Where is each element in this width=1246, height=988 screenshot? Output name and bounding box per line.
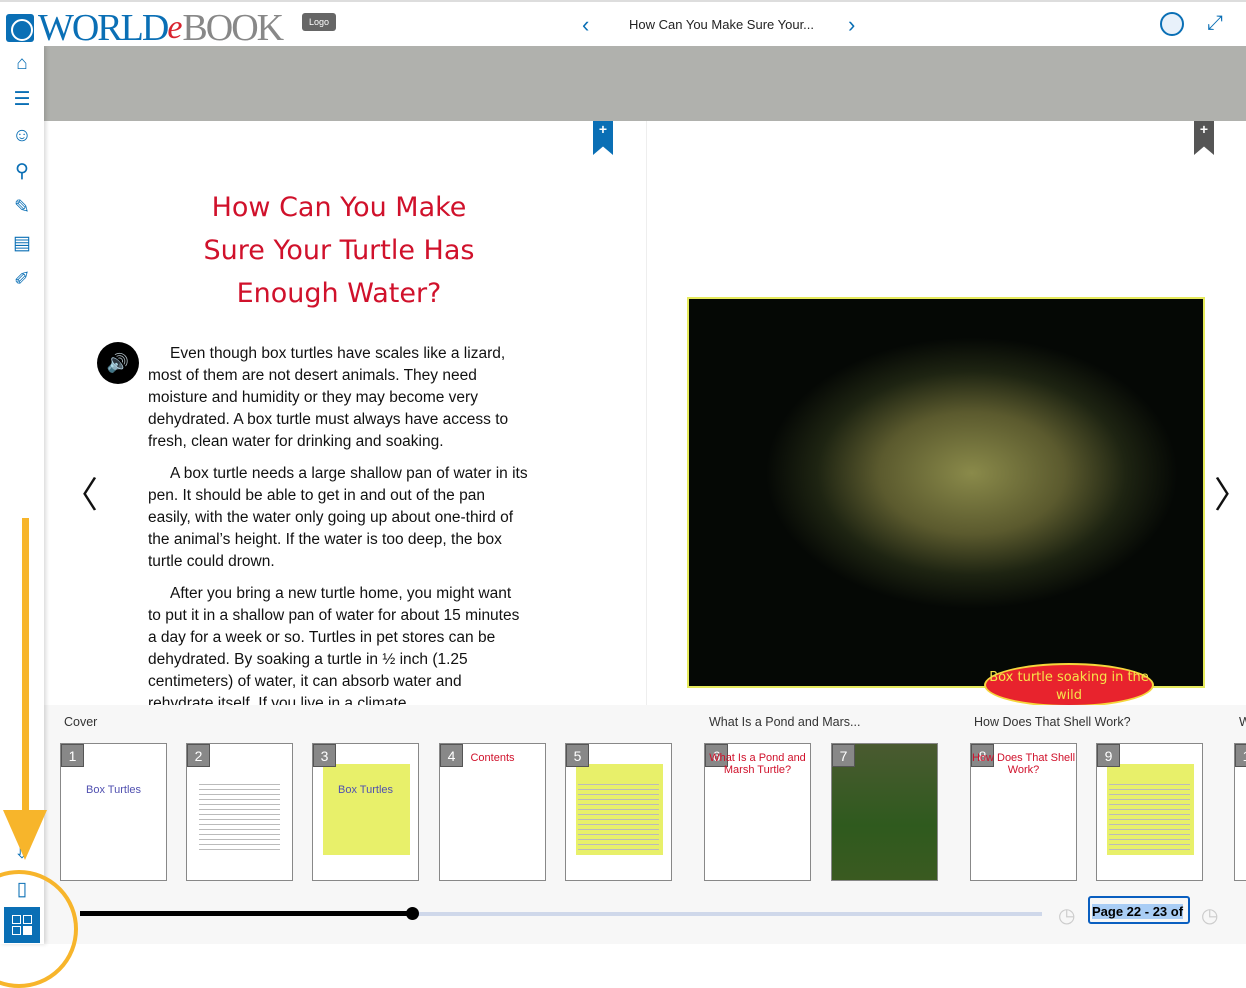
top-bar: WORLD e BOOK Logo ‹ How Can You Make Sure …: [0, 0, 1246, 49]
thumbnail-title: Box Turtles: [337, 784, 394, 796]
page-number: 7: [832, 744, 855, 767]
page-thumbnail[interactable]: 6 What Is a Pond and Marsh Turtle?: [704, 743, 811, 881]
chevron-left-icon[interactable]: ‹: [582, 12, 589, 38]
page-number: 1: [61, 744, 84, 767]
thumbnail-title: What Is a Pond and Marsh Turtle?: [709, 752, 806, 776]
section-label: Cover: [64, 715, 98, 729]
page-number: 5: [566, 744, 589, 767]
world-ebook-logo[interactable]: WORLD e BOOK: [6, 6, 284, 50]
toolbar-band: [44, 46, 1246, 121]
page-number: 1: [1235, 744, 1246, 767]
annotation-arrow-head: [3, 810, 47, 860]
account-icon[interactable]: ☺: [10, 124, 34, 148]
page-title: How Can You Make Sure Your Turtle Has Enou…: [203, 192, 475, 309]
chevron-right-icon[interactable]: ›: [848, 12, 855, 38]
page-number: 2: [187, 744, 210, 767]
page-thumbnail[interactable]: 3 Box Turtles: [312, 743, 419, 881]
user-icon[interactable]: [1160, 12, 1184, 36]
add-note-icon[interactable]: ▤: [10, 232, 34, 256]
highlighter-icon[interactable]: ✐: [10, 268, 34, 292]
turtle-photo: [687, 297, 1205, 688]
logo-badge[interactable]: Logo: [302, 13, 337, 31]
bookmark-add-right[interactable]: +: [1194, 121, 1214, 155]
page-thumbnail[interactable]: 8 How Does That Shell Work?: [970, 743, 1077, 881]
chapter-title: How Can You Make Sure Your...: [629, 17, 815, 32]
previous-page-arrow[interactable]: 〈: [62, 466, 98, 518]
bookmark-add-left[interactable]: +: [593, 121, 613, 155]
pen-icon[interactable]: ✎: [10, 196, 34, 220]
history-back-icon[interactable]: ◷: [1058, 903, 1075, 928]
page-thumbnail[interactable]: 5: [565, 743, 672, 881]
slider-handle[interactable]: [405, 907, 419, 920]
history-forward-icon[interactable]: ◷: [1201, 903, 1218, 928]
section-label: How Does That Shell Work?: [974, 715, 1131, 729]
section-label: What Is a Pond and Mars...: [709, 715, 861, 729]
page-thumbnail[interactable]: 2: [186, 743, 293, 881]
page-thumbnail[interactable]: 1 Box Turtles: [60, 743, 167, 881]
search-icon[interactable]: ⚲: [10, 160, 34, 184]
thumbnail-title: How Does That Shell Work?: [971, 752, 1076, 776]
page-slider[interactable]: [80, 907, 1042, 920]
page-thumbnail[interactable]: 4 Contents: [439, 743, 546, 881]
page-indicator-input[interactable]: Page 22 - 23 of: [1088, 896, 1190, 924]
next-page-arrow[interactable]: 〉: [1214, 466, 1246, 518]
book-spread: + + How Can You Make Sure Your Turtle Has…: [44, 121, 1246, 712]
list-icon[interactable]: ☰: [10, 88, 34, 112]
page-thumbnail[interactable]: 1: [1234, 743, 1246, 881]
home-icon[interactable]: ⌂: [10, 52, 34, 76]
page-body: Even though box turtles have scales like…: [148, 345, 528, 712]
fullscreen-icon[interactable]: ⤢: [1207, 12, 1223, 35]
audio-speaker-icon[interactable]: 🔊: [97, 342, 139, 384]
section-label: W: [1239, 715, 1246, 729]
globe-icon: [6, 14, 34, 42]
page-number: 9: [1097, 744, 1120, 767]
annotation-arrow: [22, 518, 29, 818]
page-thumbnail[interactable]: 7: [831, 743, 938, 881]
page-thumbnail[interactable]: 9: [1096, 743, 1203, 881]
thumbnail-title: Contents: [470, 752, 515, 764]
thumbnail-title: Box Turtles: [85, 784, 142, 796]
photo-caption: Box turtle soaking in the wild: [984, 663, 1154, 707]
page-number: 3: [313, 744, 336, 767]
thumbnail-strip: Cover What Is a Pond and Mars... How Doe…: [44, 705, 1246, 944]
